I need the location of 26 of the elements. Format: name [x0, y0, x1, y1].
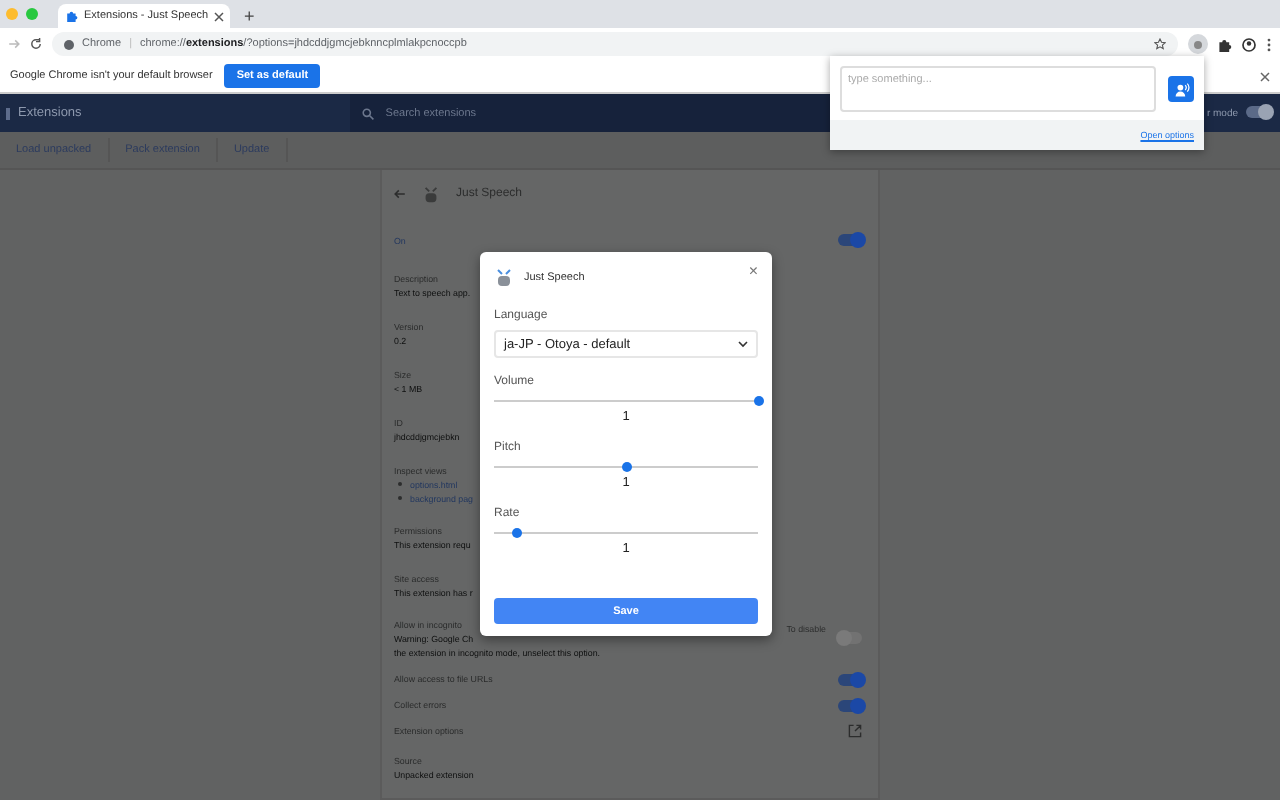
toggle-switch[interactable]	[838, 699, 862, 711]
close-icon[interactable]	[1260, 71, 1270, 81]
slider-thumb[interactable]	[753, 396, 763, 406]
external-link-icon[interactable]	[848, 724, 862, 738]
slider-thumb[interactable]	[512, 528, 523, 538]
star-icon[interactable]	[1154, 38, 1166, 50]
chevron-down-icon	[738, 340, 748, 348]
speaking-person-icon	[1173, 81, 1189, 97]
reload-icon[interactable]	[30, 38, 42, 50]
close-button[interactable]: ×	[748, 264, 758, 280]
puzzle-icon[interactable]	[1218, 37, 1232, 51]
developer-mode-toggle[interactable]	[1246, 105, 1270, 117]
new-tab-button[interactable]: +	[238, 4, 261, 28]
speaker-robot-icon	[494, 268, 514, 288]
search-icon	[361, 107, 374, 119]
close-icon[interactable]	[214, 11, 225, 21]
toggle-switch[interactable]	[838, 673, 862, 685]
speak-button[interactable]	[1168, 76, 1194, 102]
puzzle-icon	[66, 10, 78, 22]
back-arrow-icon[interactable]	[394, 188, 406, 200]
toggle-switch[interactable]	[838, 234, 862, 246]
extension-icon[interactable]	[1188, 34, 1208, 54]
forward-icon[interactable]	[8, 38, 20, 50]
slider-thumb[interactable]	[621, 462, 631, 472]
profile-icon[interactable]	[1242, 37, 1256, 51]
speaker-robot-icon	[422, 185, 440, 203]
